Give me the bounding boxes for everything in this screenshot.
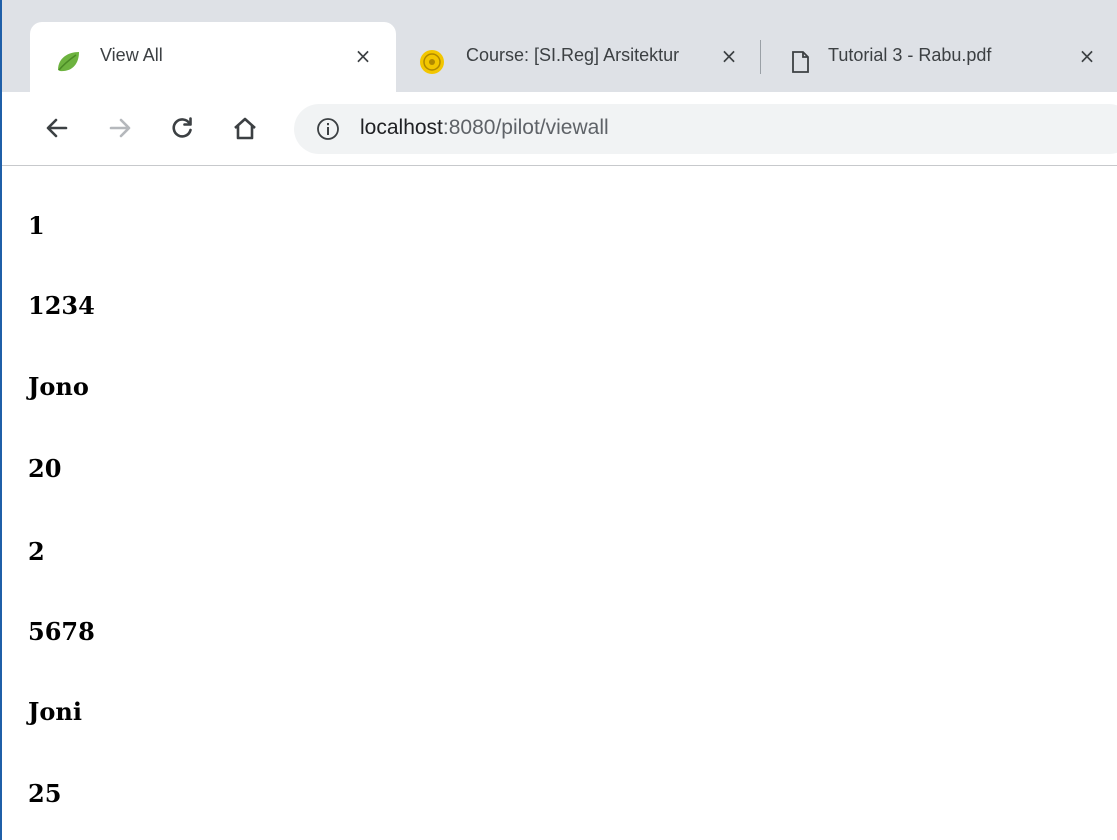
tab-view-all[interactable]: View All × (30, 22, 396, 92)
value-heading: Jono (28, 372, 89, 401)
value-heading: 5678 (28, 617, 95, 646)
tab-title: Tutorial 3 - Rabu.pdf (828, 45, 992, 65)
address-bar[interactable]: localhost:8080/pilot/viewall (294, 104, 1117, 154)
tab-separator (760, 40, 761, 74)
url-text[interactable]: localhost:8080/pilot/viewall (360, 116, 609, 140)
home-button[interactable] (225, 108, 265, 148)
forward-arrow-icon (109, 118, 131, 138)
close-tab-icon[interactable]: × (1076, 45, 1098, 67)
tab-title: View All (100, 45, 163, 65)
value-heading: 25 (28, 779, 62, 808)
tab-strip: View All × Course: [SI.Reg] Arsitektur ×… (2, 0, 1117, 92)
university-seal-icon (420, 50, 444, 74)
info-icon[interactable] (316, 117, 340, 141)
tab-course[interactable]: Course: [SI.Reg] Arsitektur × (402, 22, 758, 92)
value-heading: Joni (28, 697, 82, 726)
home-icon (234, 117, 256, 140)
forward-button[interactable] (100, 108, 140, 148)
value-heading: 2 (28, 537, 45, 566)
value-heading: 1234 (28, 291, 95, 320)
document-icon (792, 51, 809, 73)
page-content: 1 1234 Jono 20 2 5678 Joni 25 (2, 167, 1117, 840)
url-host: localhost (360, 116, 443, 139)
back-arrow-icon (46, 118, 68, 138)
value-heading: 20 (28, 454, 62, 483)
close-tab-icon[interactable]: × (718, 45, 740, 67)
url-path: :8080/pilot/viewall (442, 116, 609, 139)
back-button[interactable] (37, 108, 77, 148)
tab-title: Course: [SI.Reg] Arsitektur (466, 45, 680, 65)
reload-icon (172, 117, 192, 138)
value-heading: 1 (28, 211, 45, 240)
close-tab-icon[interactable]: × (352, 45, 374, 67)
browser-toolbar: localhost:8080/pilot/viewall (2, 92, 1117, 166)
tab-tutorial-pdf[interactable]: Tutorial 3 - Rabu.pdf × (766, 22, 1117, 92)
browser-window: View All × Course: [SI.Reg] Arsitektur ×… (0, 0, 1117, 840)
reload-button[interactable] (162, 108, 202, 148)
spring-leaf-icon (58, 52, 79, 72)
